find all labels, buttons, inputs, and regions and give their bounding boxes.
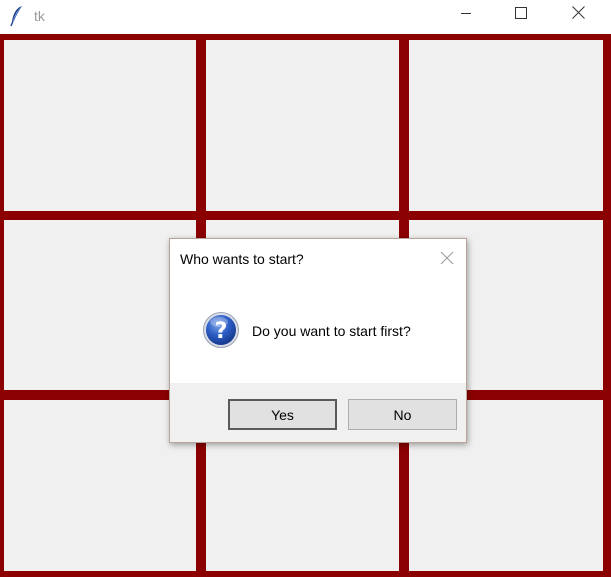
board-cell-1-2[interactable] [206,40,399,211]
window-title: tk [34,8,45,24]
maximize-button[interactable] [498,0,544,30]
minimize-button[interactable] [443,0,489,30]
dialog-button-bar: Yes No [170,383,466,442]
close-window-button[interactable] [555,0,601,30]
close-icon [571,6,585,24]
no-button[interactable]: No [348,399,457,430]
svg-text:?: ? [215,319,228,344]
window-title-bar: tk [0,0,611,34]
board-cell-2-1[interactable] [4,220,196,390]
question-icon: ? [202,311,240,349]
dialog-message: Do you want to start first? [252,323,411,339]
board-cell-3-1[interactable] [4,400,196,571]
board-cell-1-3[interactable] [409,40,603,211]
board-cell-1-1[interactable] [4,40,196,211]
yes-button[interactable]: Yes [228,399,337,430]
feather-icon [9,5,25,27]
minimize-icon [460,6,472,24]
close-icon[interactable] [440,251,454,265]
maximize-icon [515,6,527,24]
start-dialog: Who wants to start? ? Do you want to sta… [169,238,467,443]
dialog-title: Who wants to start? [180,251,304,267]
